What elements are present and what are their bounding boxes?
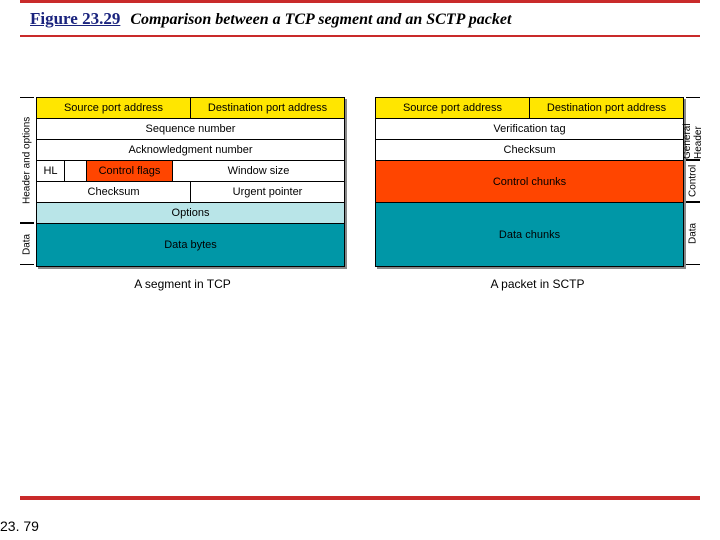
sctp-gh-label: General Header [686, 97, 700, 160]
sctp-verif-tag: Verification tag [376, 119, 683, 139]
sctp-data-chunks: Data chunks [376, 203, 683, 266]
sctp-src-port: Source port address [376, 98, 530, 118]
tcp-seq-num: Sequence number [37, 119, 344, 139]
tcp-checksum: Checksum [37, 182, 191, 202]
tcp-urgent-ptr: Urgent pointer [191, 182, 344, 202]
tcp-ack-num: Acknowledgment number [37, 140, 344, 160]
tcp-dst-port: Destination port address [191, 98, 344, 118]
sctp-data-label: Data [686, 202, 700, 265]
figure-title: Comparison between a TCP segment and an … [130, 11, 511, 28]
figure-header: Figure 23.29 Comparison between a TCP se… [0, 3, 720, 35]
sctp-ctrl-label: Control [686, 160, 700, 202]
sctp-table: Source port address Destination port add… [375, 97, 684, 267]
figure-label: Figure 23.29 [30, 9, 120, 28]
sctp-control-chunks: Control chunks [376, 161, 683, 202]
tcp-options: Options [37, 203, 344, 223]
sctp-caption: A packet in SCTP [375, 277, 700, 291]
tcp-window-size: Window size [173, 161, 344, 181]
tcp-control-flags: Control flags [87, 161, 173, 181]
tcp-caption: A segment in TCP [20, 277, 345, 291]
sctp-vertical-labels: General Header Control Data [686, 97, 700, 267]
sctp-checksum: Checksum [376, 140, 683, 160]
tcp-panel: Header and options Data Source port addr… [20, 97, 345, 291]
tcp-vertical-labels: Header and options Data [20, 97, 34, 267]
tcp-src-port: Source port address [37, 98, 191, 118]
tcp-data-bytes: Data bytes [37, 224, 344, 266]
tcp-data-label: Data [20, 223, 34, 265]
sctp-dst-port: Destination port address [530, 98, 683, 118]
tcp-table: Source port address Destination port add… [36, 97, 345, 267]
diagram-content: Header and options Data Source port addr… [0, 37, 720, 291]
page-number: 23. 79 [0, 518, 39, 534]
tcp-hl: HL [37, 161, 65, 181]
bottom-rule [20, 496, 700, 500]
tcp-header-label: Header and options [20, 97, 34, 223]
sctp-panel: Source port address Destination port add… [375, 97, 700, 291]
tcp-reserved [65, 161, 87, 181]
